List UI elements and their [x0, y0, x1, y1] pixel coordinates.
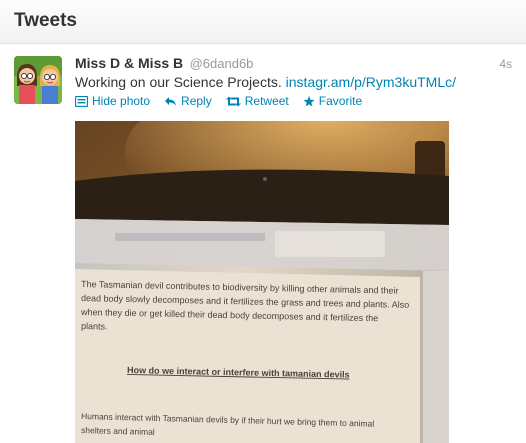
tweet-actions: Hide photo Reply Retweet Favorite — [75, 94, 362, 108]
avatar-image — [14, 56, 62, 104]
user-fullname[interactable]: Miss D & Miss B — [75, 55, 183, 71]
user-screenname[interactable]: @6dand6b — [190, 56, 254, 71]
module-title: Tweets — [14, 10, 78, 31]
photo-image: The Tasmanian devil contributes to biodi… — [75, 121, 449, 443]
tweet-body: Working on our Science Projects. — [75, 74, 282, 90]
reply-icon — [165, 96, 177, 106]
retweet-icon — [225, 96, 241, 106]
reply-label: Reply — [181, 94, 212, 108]
retweet-label: Retweet — [244, 94, 289, 108]
module-header: Tweets — [0, 0, 526, 44]
tweet-photo[interactable]: The Tasmanian devil contributes to biodi… — [75, 121, 449, 443]
photo-icon — [75, 95, 88, 107]
favorite-button[interactable]: Favorite — [303, 94, 362, 108]
tweet-header: Miss D & Miss B @6dand6b — [75, 55, 253, 73]
retweet-button[interactable]: Retweet — [225, 94, 289, 108]
reply-button[interactable]: Reply — [164, 94, 212, 108]
hide-photo-button[interactable]: Hide photo — [75, 94, 150, 108]
avatar[interactable] — [14, 56, 62, 104]
tweet[interactable]: Miss D & Miss B @6dand6b 4s Working on o… — [0, 44, 526, 443]
tweet-timestamp[interactable]: 4s — [499, 57, 512, 71]
tweet-link[interactable]: instagr.am/p/Rym3kuTMLc/ — [286, 74, 456, 90]
star-icon — [303, 95, 315, 106]
tweet-text: Working on our Science Projects. instagr… — [75, 74, 456, 90]
hide-photo-label: Hide photo — [92, 94, 151, 108]
favorite-label: Favorite — [318, 94, 363, 108]
